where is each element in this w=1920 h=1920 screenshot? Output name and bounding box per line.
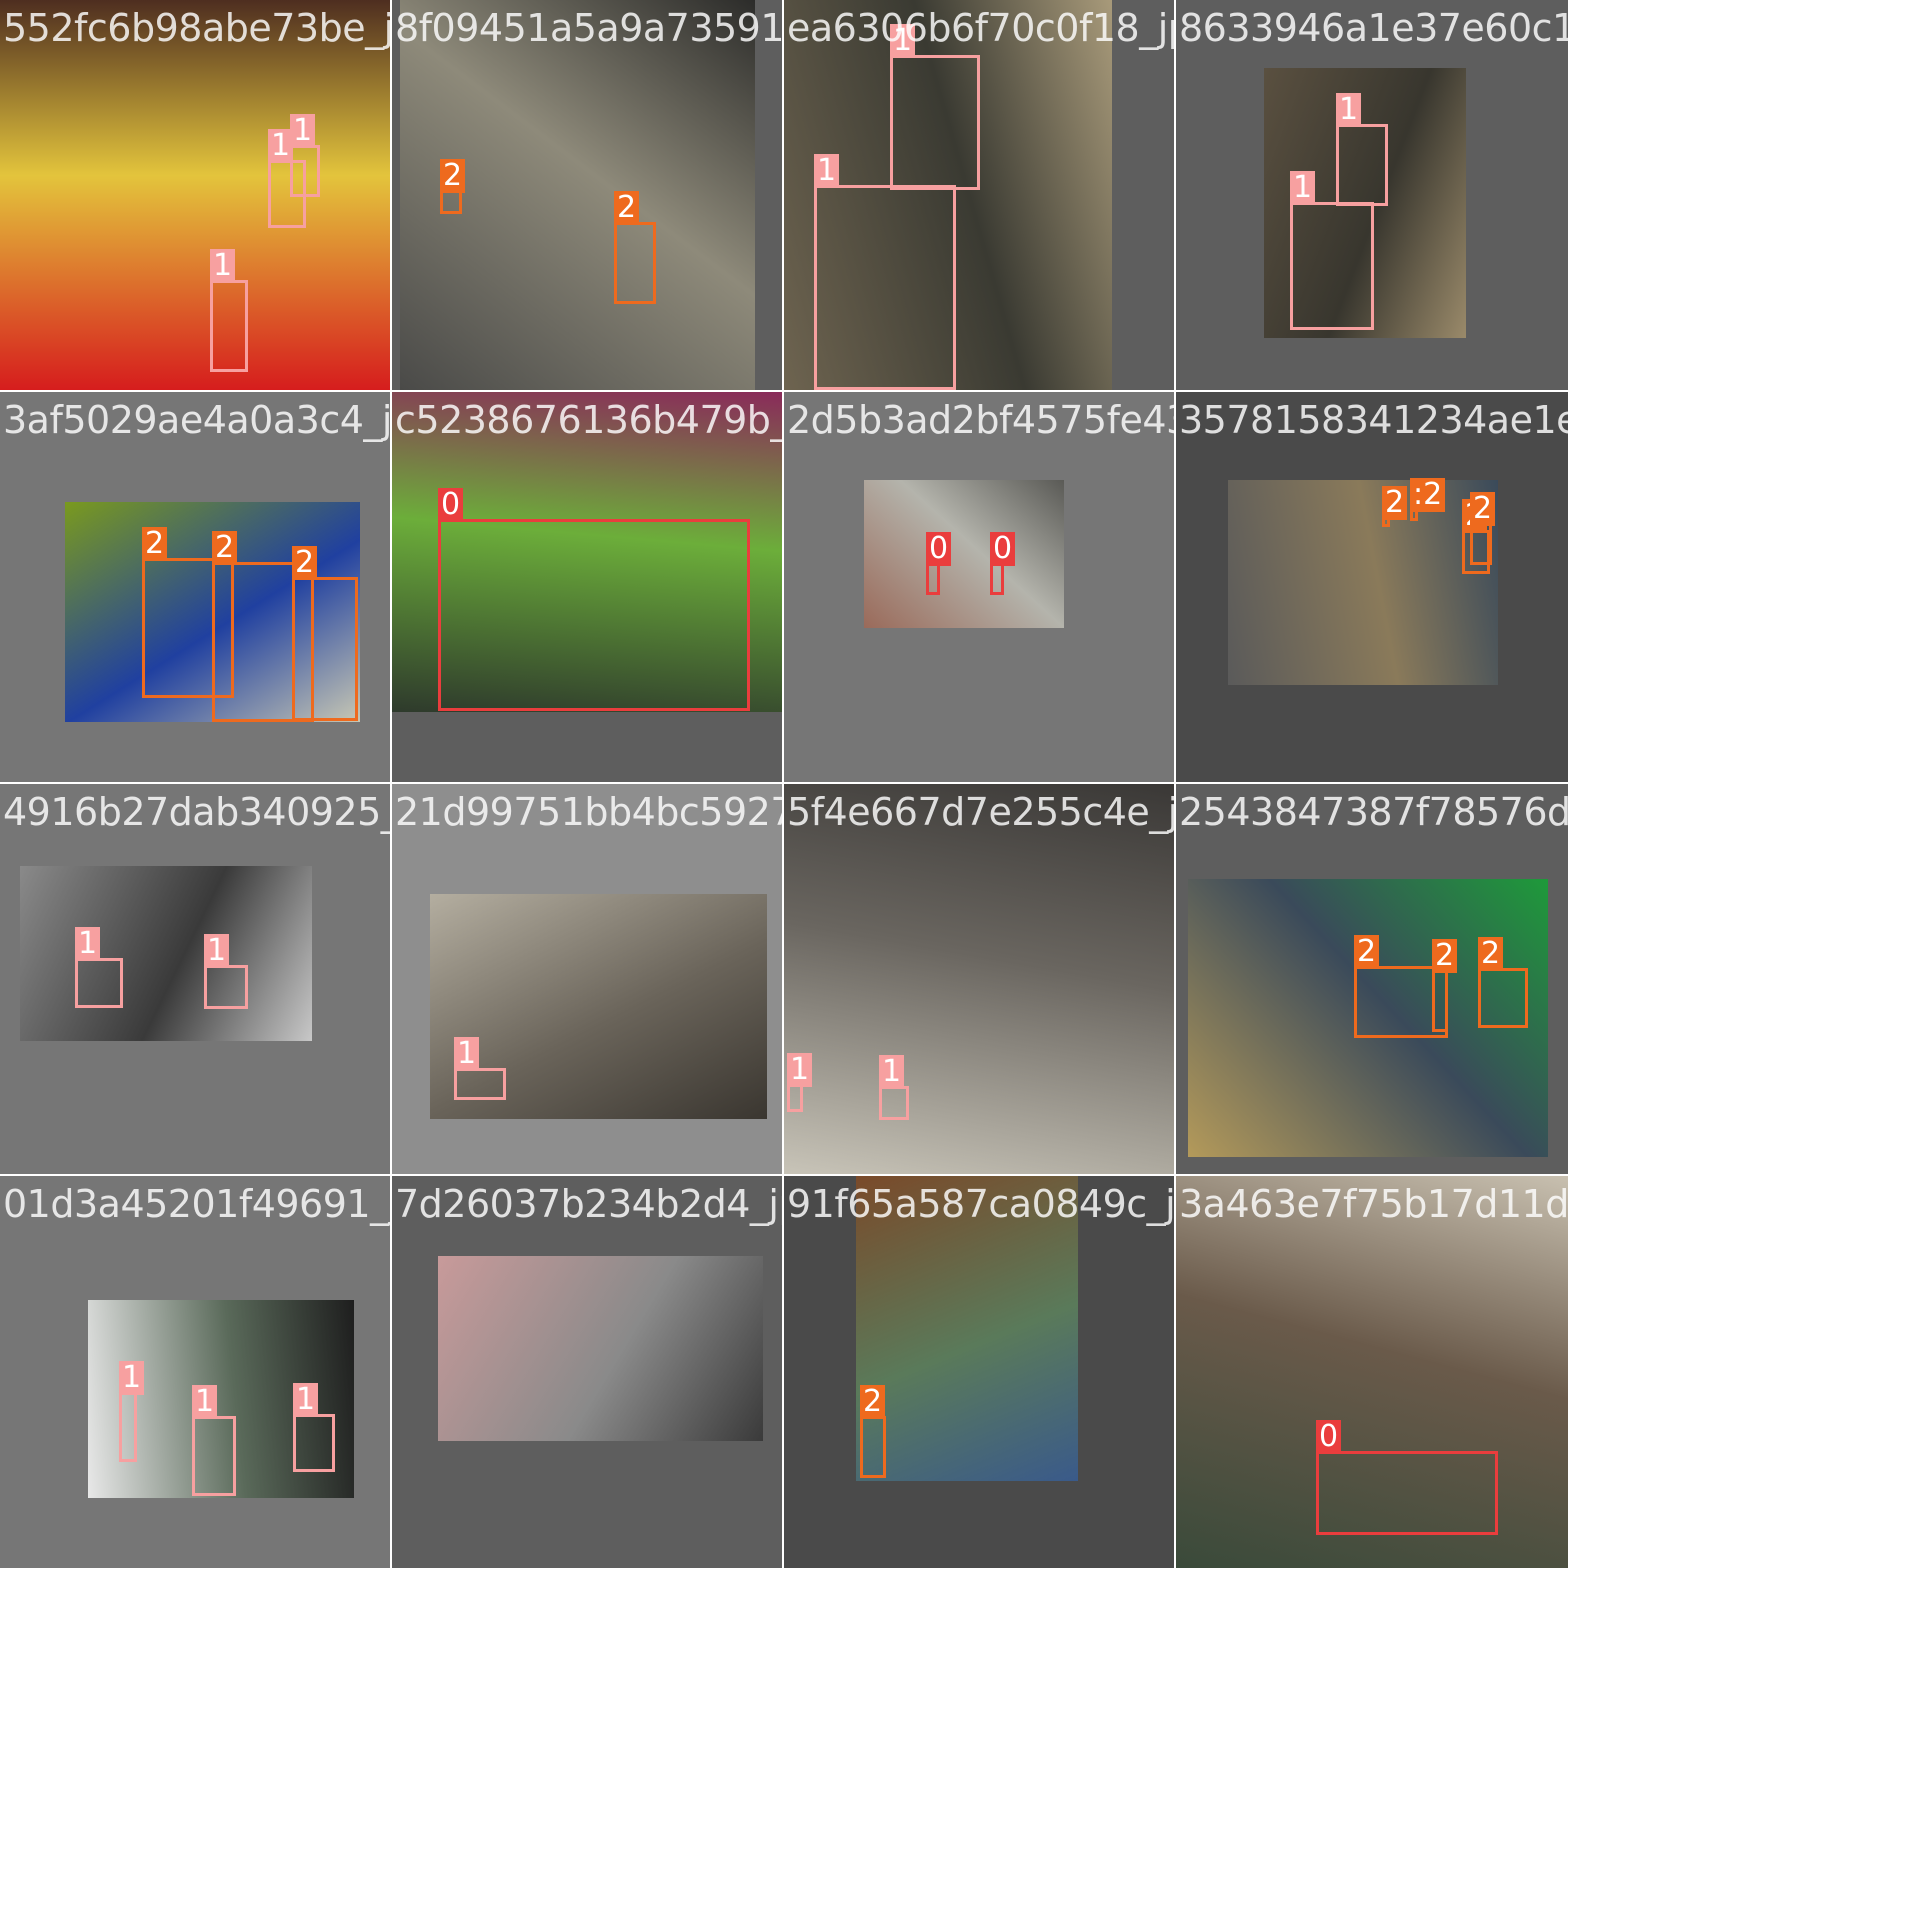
bounding-box: :2 xyxy=(1410,478,1446,521)
box-class-label: 1 xyxy=(879,1055,905,1089)
mosaic-tile: 2 2 2 3af5029ae4a0a3c4_jpg.rf.78c5238676136… xyxy=(0,392,390,782)
bounding-box: 2 xyxy=(1478,937,1528,1028)
bounding-box: 1 xyxy=(192,1385,236,1496)
bounding-box: 0 xyxy=(1316,1420,1498,1535)
box-class-label: 2 xyxy=(142,527,168,561)
box-class-label: 1 xyxy=(814,154,840,188)
mosaic-tile: 1 1 1 01d3a45201f49691_jpg.rf.9a7d26037b234… xyxy=(0,1176,390,1568)
tile-photo xyxy=(438,1256,763,1441)
tile-filename: 3578158341234ae1ef5_jpg.rf.d9 xyxy=(1179,398,1568,442)
box-class-label: 1 xyxy=(192,1385,218,1419)
tile-photo xyxy=(784,784,1174,1174)
bounding-box: 1 xyxy=(293,1383,335,1472)
box-class-label: 1 xyxy=(119,1361,145,1395)
mosaic-tile: 2 91f65a587ca0849c_jpg.rf.043a463e7f75b17… xyxy=(784,1176,1174,1568)
tile-filename: 552fc6b98abe73be_jpg.rf.2 xyxy=(3,6,390,50)
tile-photo xyxy=(1228,480,1498,685)
mosaic-tile: 2222543847387f78576de_jpg.rf.be xyxy=(1176,784,1568,1174)
box-class-label: :2 xyxy=(1410,478,1446,512)
bounding-box: 2 xyxy=(1432,939,1458,1032)
mosaic-tile: 0 c5238676136b479b_jpg.rf.4c2d5b3ad2bf457… xyxy=(392,392,782,782)
tile-filename: 3af5029ae4a0a3c4_jpg.rf.78c5238676136b47… xyxy=(3,398,390,442)
tile-filename: 4916b27dab340925_jpg.rf.e21d99751bb4bc59… xyxy=(3,790,390,834)
tile-photo xyxy=(0,0,390,390)
box-class-label: 1 xyxy=(1336,93,1362,127)
box-class-label: 2 xyxy=(860,1385,886,1419)
bounding-box: 1 xyxy=(204,934,248,1009)
box-class-label: 1 xyxy=(75,927,101,961)
tile-filename: c5238676136b479b_jpg.rf.4c2d5b3ad2bf4575… xyxy=(395,398,782,442)
bounding-box: 0 xyxy=(990,532,1016,595)
bounding-box: 2 xyxy=(860,1385,886,1478)
tile-filename: 7d26037b234b2d4_jpg.rf.7491f65a587ca0849… xyxy=(395,1182,782,1226)
tile-filename: ea6306b6f70c0f18_jpg.rf.f28633946a1e3760… xyxy=(787,6,1174,50)
box-class-label: 0 xyxy=(1316,1420,1342,1454)
bounding-box: 2 xyxy=(1470,492,1496,565)
bounding-box: 2 xyxy=(440,159,466,214)
bounding-box: 2 xyxy=(1382,486,1408,527)
box-class-label: 2 xyxy=(1432,939,1458,973)
bounding-box: 1 xyxy=(210,249,248,372)
tile-filename: 8f09451a5a9a73591_jpg.rf.8bea8c8904f70e9… xyxy=(395,6,782,50)
box-class-label: 2 xyxy=(212,531,238,565)
box-class-label: 1 xyxy=(204,934,230,968)
bounding-box: 0 xyxy=(438,488,750,711)
box-class-label: 1 xyxy=(454,1037,480,1071)
mosaic-tile: 111552fc6b98abe73be_jpg.rf.2 xyxy=(0,0,390,390)
tile-filename: 21d99751bb4bc59275_jpg.rf.b5f4e667d7e255… xyxy=(395,790,782,834)
mosaic-tile: 0 0 2d5b3ad2bf4575fe43_jpg.rf.b35781583412… xyxy=(784,392,1174,782)
mosaic-tile: 1 21d99751bb4bc59275_jpg.rf.b5f4e667d7e25… xyxy=(392,784,782,1174)
box-class-label: 2 xyxy=(614,191,640,225)
box-class-label: 2 xyxy=(1478,937,1504,971)
box-class-label: 2 xyxy=(292,546,318,580)
box-class-label: 2 xyxy=(1470,492,1496,526)
bounding-box: 1 xyxy=(290,114,320,197)
tile-photo xyxy=(20,866,312,1041)
mosaic-tile: 11111111117d26037b234b2d4_jpg.rf.7491f65… xyxy=(392,1176,782,1568)
bounding-box: 1 xyxy=(119,1361,145,1462)
mosaic-tile: 1 1 8633946a1e37e60c18_jpg.rf.df xyxy=(1176,0,1568,390)
bounding-box: 0 xyxy=(926,532,952,595)
bounding-box: 1 xyxy=(890,24,980,190)
box-class-label: 1 xyxy=(1290,171,1316,205)
bounding-box: 1 xyxy=(787,1053,813,1112)
bounding-box: 2 xyxy=(614,191,656,304)
bounding-box: 1 xyxy=(1290,171,1374,330)
tile-filename: 5f4e667d7e255c4e_jpg.rf.a2543847387f7857… xyxy=(787,790,1174,834)
box-class-label: 0 xyxy=(990,532,1016,566)
tile-filename: 8633946a1e37e60c18_jpg.rf.df xyxy=(1179,6,1568,50)
box-class-label: 2 xyxy=(1354,935,1380,969)
bounding-box: 2 xyxy=(292,546,358,721)
box-class-label: 2 xyxy=(1382,486,1408,520)
mosaic-tile: 2:2223578158341234ae1ef5_jpg.rf.d9 xyxy=(1176,392,1568,782)
box-class-label: 1 xyxy=(787,1053,813,1087)
bounding-box: 1 xyxy=(879,1055,909,1120)
tile-photo xyxy=(864,480,1064,628)
bounding-box: 1 xyxy=(814,154,956,390)
box-class-label: 1 xyxy=(290,114,316,148)
mosaic-grid: 111552fc6b98abe73be_jpg.rf.2228f09451a5a… xyxy=(0,0,1920,1920)
tile-filename: 01d3a45201f49691_jpg.rf.9a7d26037b234b2d… xyxy=(3,1182,390,1226)
mosaic-tile: 1 1 5f4e667d7e255c4e_jpg.rf.a2543847387f78… xyxy=(784,784,1174,1174)
bounding-box: 1 xyxy=(454,1037,506,1100)
tile-filename: 91f65a587ca0849c_jpg.rf.043a463e7f75b17d… xyxy=(787,1182,1174,1226)
mosaic-tile: 11ea6306b6f70c0f18_jpg.rf.f28633946a1e37… xyxy=(784,0,1174,390)
box-class-label: 0 xyxy=(926,532,952,566)
box-class-label: 1 xyxy=(210,249,236,283)
box-class-label: 1 xyxy=(293,1383,319,1417)
tile-filename: 3a463e7f75b17d11d_jpg.rf.5f xyxy=(1179,1182,1568,1226)
bounding-box: 1 xyxy=(75,927,123,1008)
mosaic-tile: 0 3a463e7f75b17d11d_jpg.rf.5f xyxy=(1176,1176,1568,1568)
box-class-label: 2 xyxy=(440,159,466,193)
mosaic-tile: 2 2 8f09451a5a9a73591_jpg.rf.8bea8c8904f70… xyxy=(392,0,782,390)
bounding-box: 1 xyxy=(1336,93,1388,206)
tile-filename: 2543847387f78576de_jpg.rf.be xyxy=(1179,790,1568,834)
box-class-label: 0 xyxy=(438,488,464,522)
tile-filename: 2d5b3ad2bf4575fe43_jpg.rf.b3578158341234… xyxy=(787,398,1174,442)
mosaic-tile: 1 1 4916b27dab340925_jpg.rf.e21d99751bb4bc… xyxy=(0,784,390,1174)
